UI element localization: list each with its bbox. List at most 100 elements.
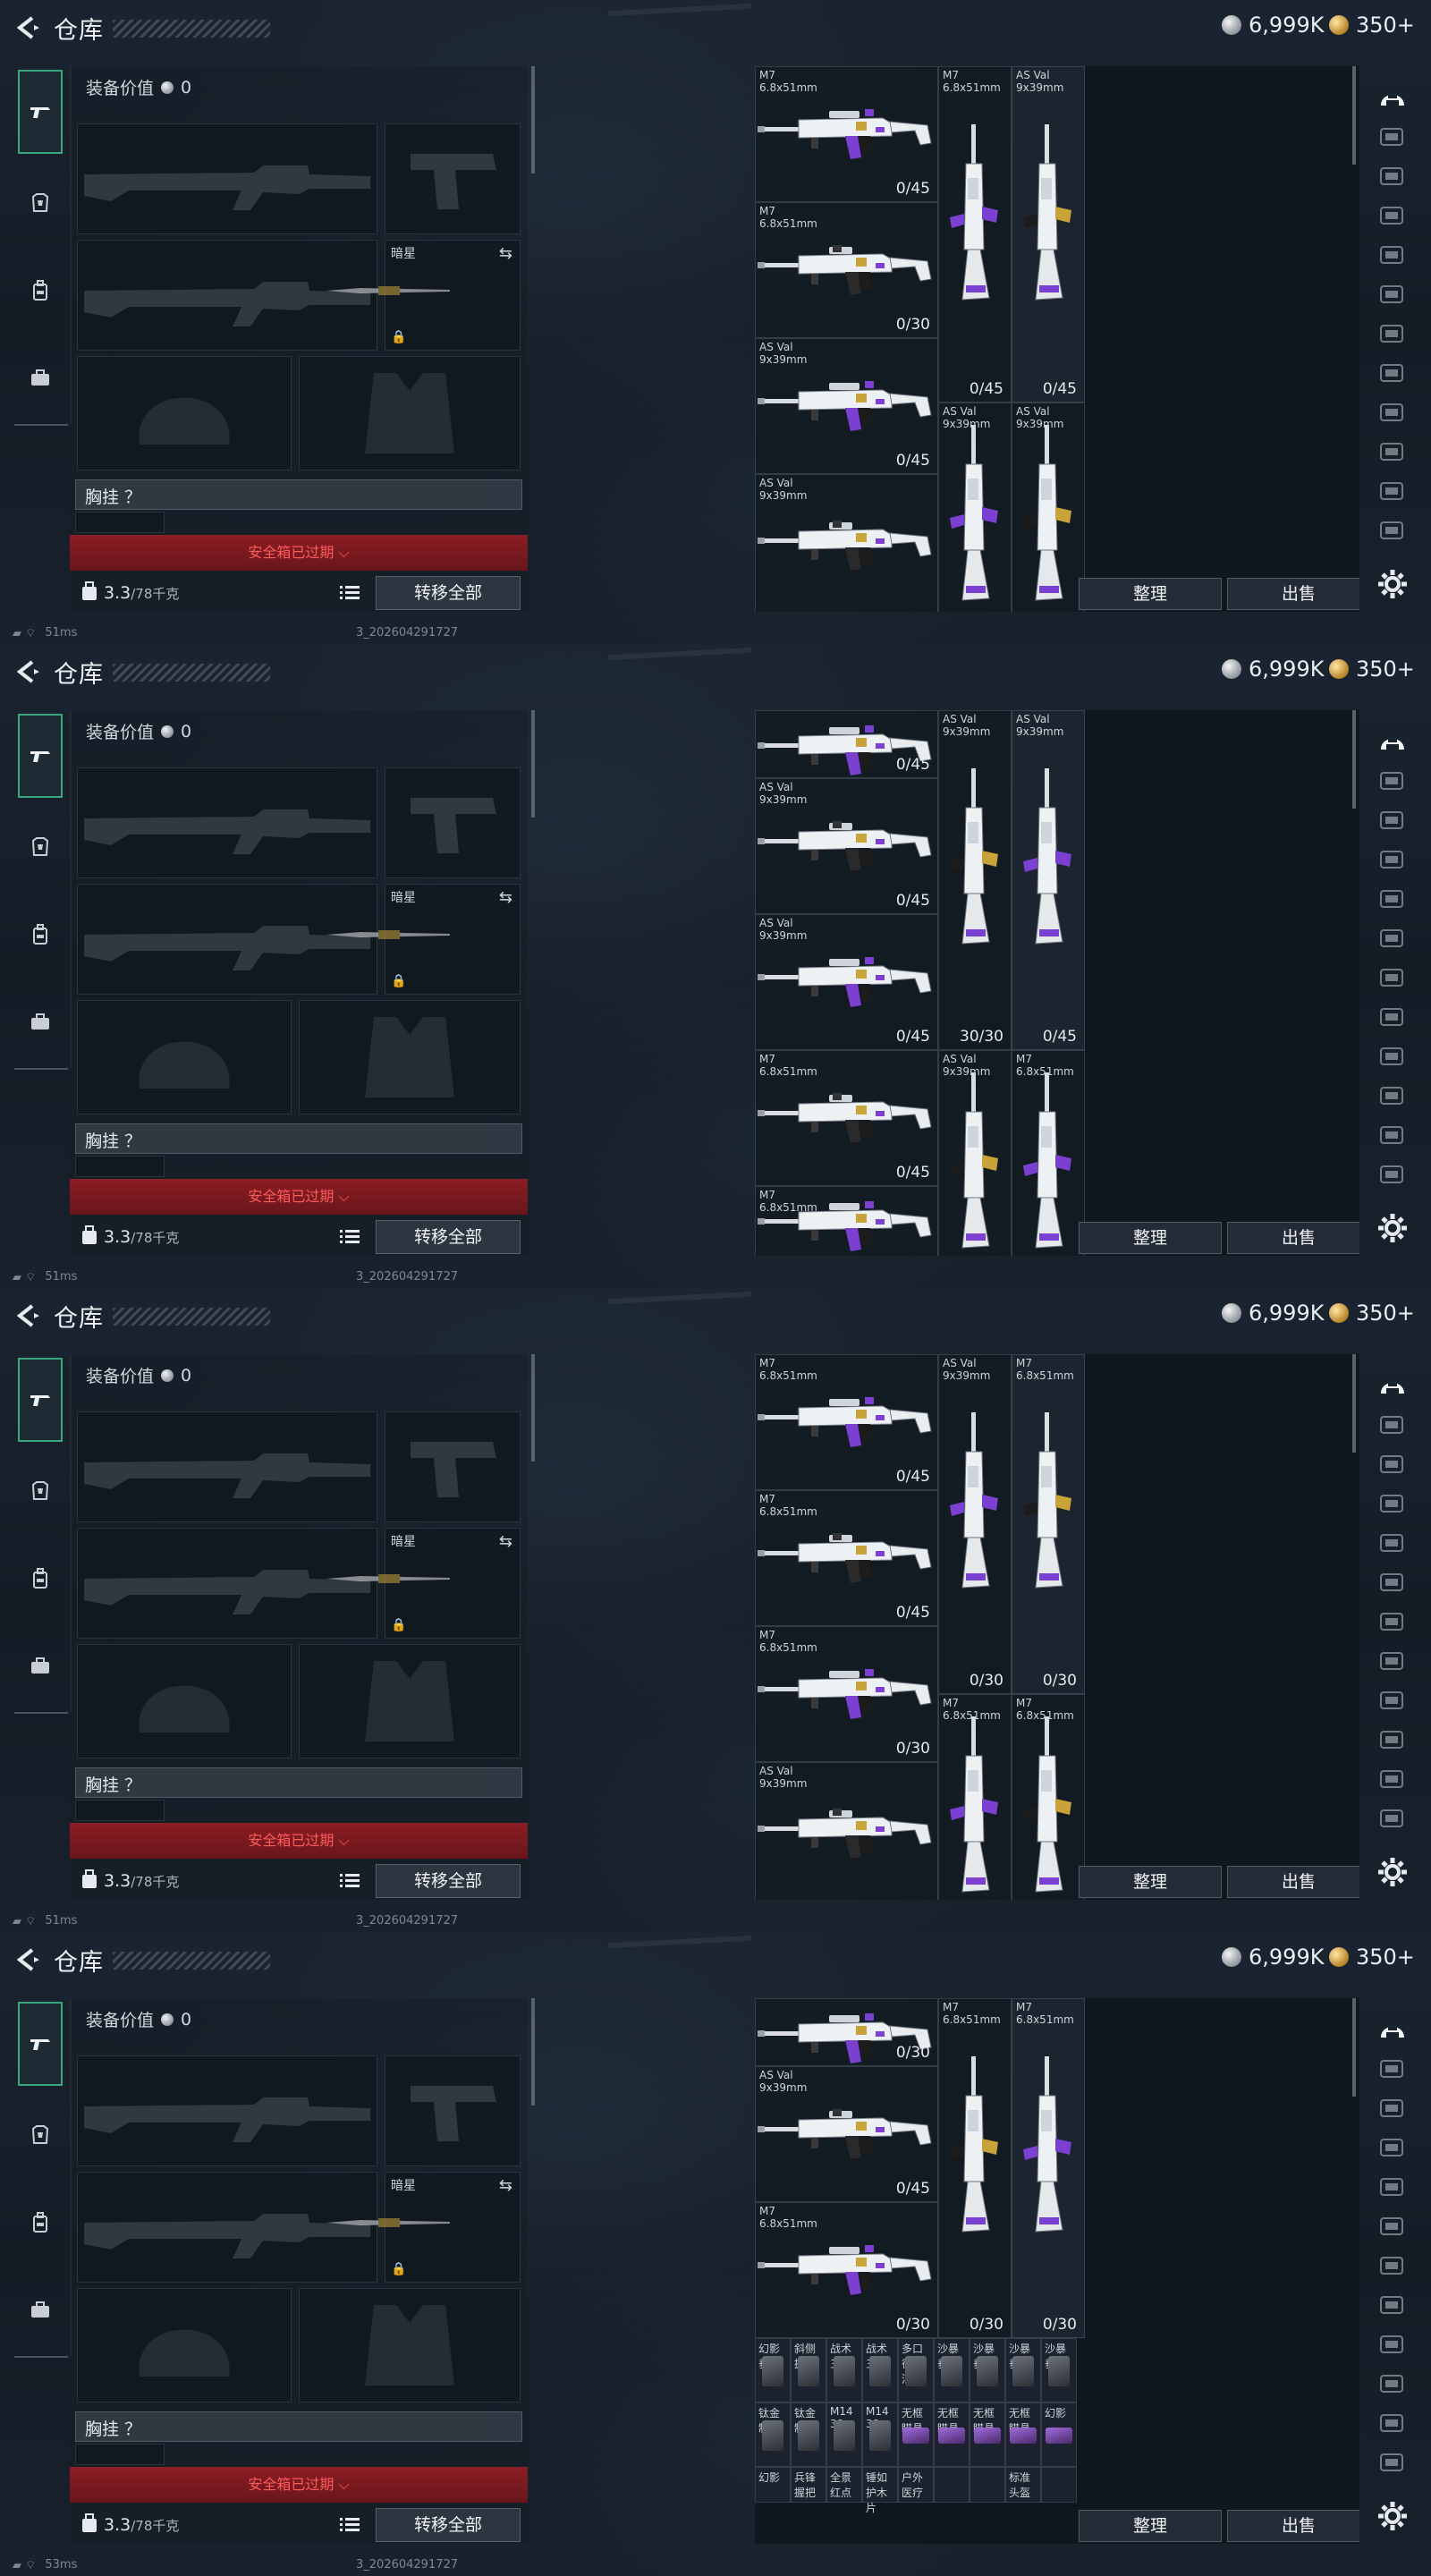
weapon-item[interactable]: AS Val 9x39mm <box>1012 402 1085 612</box>
accessory-item[interactable]: 兵锋握把 <box>791 2467 826 2503</box>
category-icon[interactable] <box>1374 1156 1411 1193</box>
category-icon[interactable] <box>1374 1406 1411 1444</box>
category-icon[interactable] <box>1374 2286 1411 2324</box>
category-icon[interactable] <box>1374 1682 1411 1719</box>
accessory-item[interactable]: M14 30 <box>862 2402 898 2467</box>
backpack-icon[interactable] <box>18 268 63 313</box>
armor-slot[interactable] <box>299 1644 521 1758</box>
category-icon[interactable] <box>1374 801 1411 839</box>
category-icon[interactable] <box>1374 2050 1411 2088</box>
grid-scrollbar[interactable] <box>1352 66 1356 165</box>
equipment-scrollbar[interactable] <box>531 1998 535 2106</box>
pistol-slot[interactable] <box>385 1411 521 1522</box>
accessory-item[interactable]: M14 30 <box>826 2402 862 2467</box>
sell-button[interactable]: 出售 <box>1227 1866 1359 1898</box>
briefcase-icon[interactable] <box>18 1000 63 1045</box>
weapon-icon[interactable] <box>18 714 63 798</box>
category-icon[interactable] <box>1374 1485 1411 1522</box>
category-all-icon[interactable] <box>1374 79 1411 116</box>
category-icon[interactable] <box>1374 1524 1411 1562</box>
equipment-scrollbar[interactable] <box>531 1354 535 1462</box>
weapon-item[interactable]: AS Val 9x39mm 0/45 <box>755 2066 938 2202</box>
category-icon[interactable] <box>1374 354 1411 392</box>
accessory-item[interactable]: 钛金制退 <box>755 2402 791 2467</box>
weapon-item[interactable]: M7 6.8x51mm 0/45 <box>755 66 938 202</box>
weapon-item[interactable]: 0/30 <box>755 1998 938 2066</box>
category-icon[interactable] <box>1374 433 1411 470</box>
armor-icon[interactable] <box>18 825 63 869</box>
chest-rig-slot[interactable]: 胸挂 ？ <box>75 479 522 510</box>
pistol-slot[interactable] <box>385 2055 521 2166</box>
category-icon[interactable] <box>1374 762 1411 800</box>
sort-button[interactable]: 整理 <box>1079 1222 1222 1254</box>
currency-gold[interactable]: 350+ <box>1329 1301 1415 1326</box>
weapon-item[interactable]: M7 6.8x51mm 0/30 <box>755 2202 938 2338</box>
chest-rig-subslot[interactable] <box>75 1800 165 1821</box>
armor-icon[interactable] <box>18 1469 63 1513</box>
helmet-slot[interactable] <box>77 1644 292 1758</box>
weapon-item[interactable]: AS Val 9x39mm 0/45 <box>755 778 938 914</box>
category-icon[interactable] <box>1374 2089 1411 2127</box>
melee-slot[interactable]: 暗星 ⇆ 🔒 <box>326 240 521 351</box>
accessory-item[interactable]: 锤如护木片 <box>862 2467 898 2514</box>
equipment-scrollbar[interactable] <box>531 66 535 174</box>
currency-silver[interactable]: 6,999K <box>1222 13 1324 38</box>
weapon-item[interactable]: AS Val 9x39mm 0/45 <box>1012 66 1085 402</box>
back-icon[interactable] <box>13 657 43 687</box>
list-icon[interactable] <box>338 2513 361 2537</box>
weapon-item[interactable]: M7 6.8x51mm 0/30 <box>938 1998 1012 2338</box>
accessory-item[interactable]: 战术三角 <box>826 2338 862 2402</box>
weapon-icon[interactable] <box>18 2002 63 2086</box>
armor-slot[interactable] <box>299 2288 521 2402</box>
pistol-slot[interactable] <box>385 767 521 878</box>
category-icon[interactable] <box>1374 880 1411 918</box>
chest-rig-slot[interactable]: 胸挂 ？ <box>75 1123 522 1154</box>
primary-weapon-slot[interactable] <box>77 1411 377 1522</box>
accessory-item[interactable]: 无框瞄具 <box>898 2402 934 2467</box>
sell-button[interactable]: 出售 <box>1227 1222 1359 1254</box>
warehouse-grid[interactable]: M7 6.8x51mm 0/45 M7 6.8x51mm 0/45 M7 6.8x5… <box>755 1354 1359 1900</box>
category-icon[interactable] <box>1374 2247 1411 2284</box>
briefcase-icon[interactable] <box>18 2288 63 2333</box>
weapon-item[interactable]: M7 6.8x51mm 0/45 <box>755 1490 938 1626</box>
settings-gear-icon[interactable] <box>1376 1211 1410 1245</box>
category-icon[interactable] <box>1374 841 1411 878</box>
currency-silver[interactable]: 6,999K <box>1222 1301 1324 1326</box>
category-icon[interactable] <box>1374 1642 1411 1680</box>
weapon-item[interactable]: AS Val 9x39mm 0/45 <box>1012 710 1085 1050</box>
weapon-item[interactable]: AS Val 9x39mm 30/30 <box>938 710 1012 1050</box>
category-icon[interactable] <box>1374 2129 1411 2166</box>
accessory-item[interactable]: 全景红点 <box>826 2467 862 2503</box>
primary-weapon-slot[interactable] <box>77 767 377 878</box>
accessory-item[interactable]: 沙暴垂直 <box>1041 2338 1077 2402</box>
currency-silver[interactable]: 6,999K <box>1222 1945 1324 1970</box>
accessory-item[interactable]: 多口径消... <box>898 2338 934 2402</box>
primary-weapon-slot[interactable] <box>77 2055 377 2166</box>
weapon-item[interactable]: AS Val 9x39mm <box>938 402 1012 612</box>
swap-icon[interactable]: ⇆ <box>499 1532 512 1551</box>
accessory-item[interactable]: 无框瞄具 <box>1005 2402 1041 2467</box>
category-all-icon[interactable] <box>1374 2011 1411 2048</box>
briefcase-icon[interactable] <box>18 356 63 401</box>
weapon-item[interactable]: M7 6.8x51mm <box>1012 1694 1085 1900</box>
settings-gear-icon[interactable] <box>1376 2499 1410 2533</box>
accessory-item[interactable]: 沙暴垂直 <box>934 2338 970 2402</box>
accessory-item[interactable]: 幻影 <box>1041 2402 1077 2467</box>
currency-gold[interactable]: 350+ <box>1329 13 1415 38</box>
backpack-icon[interactable] <box>18 2200 63 2245</box>
category-icon[interactable] <box>1374 197 1411 234</box>
safe-box-expired-banner[interactable]: 安全箱已过期 ⌵ <box>70 1823 528 1859</box>
back-icon[interactable] <box>13 1301 43 1331</box>
transfer-all-button[interactable]: 转移全部 <box>376 1864 521 1898</box>
armor-icon[interactable] <box>18 2113 63 2157</box>
weapon-item[interactable]: AS Val 9x39mm 0/45 <box>755 338 938 474</box>
chest-rig-slot[interactable]: 胸挂 ？ <box>75 1767 522 1798</box>
settings-gear-icon[interactable] <box>1376 1855 1410 1889</box>
category-icon[interactable] <box>1374 2404 1411 2442</box>
currency-gold[interactable]: 350+ <box>1329 1945 1415 1970</box>
transfer-all-button[interactable]: 转移全部 <box>376 576 521 610</box>
warehouse-grid[interactable]: 0/30 AS Val 9x39mm 0/45 M7 6.8x51mm 0/30 M… <box>755 1998 1359 2544</box>
accessory-item[interactable]: 钛金制退 <box>791 2402 826 2467</box>
warehouse-grid[interactable]: 0/45 AS Val 9x39mm 0/45 AS Val 9x39mm 0/45 <box>755 710 1359 1256</box>
grid-scrollbar[interactable] <box>1352 1998 1356 2097</box>
